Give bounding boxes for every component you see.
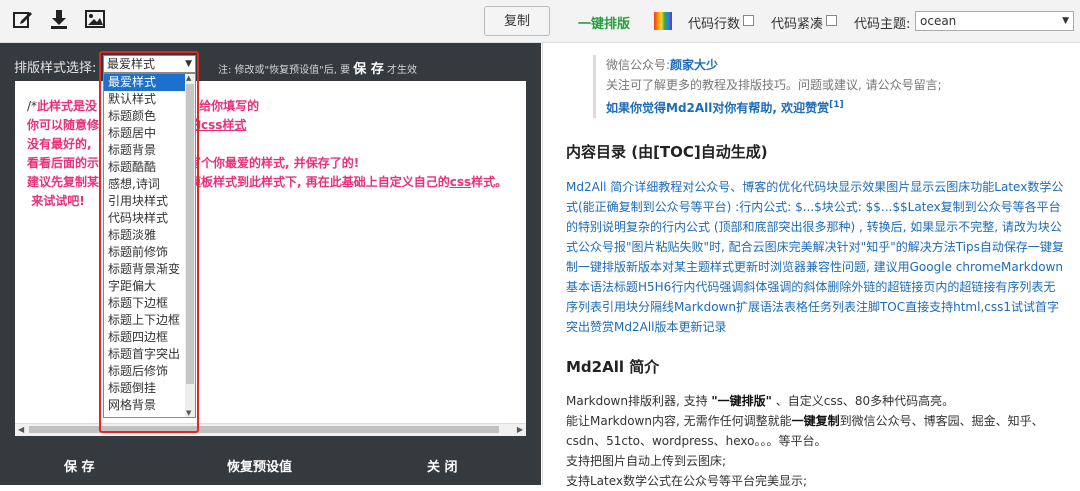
scroll-left-icon[interactable]: ◀ bbox=[18, 424, 24, 436]
image-icon[interactable] bbox=[84, 8, 106, 30]
footnote-link[interactable]: [1] bbox=[829, 100, 844, 110]
style-option[interactable]: 标题背景渐变 bbox=[104, 261, 195, 278]
style-option[interactable]: 标题颜色 bbox=[104, 108, 195, 125]
scrollbar-thumb[interactable] bbox=[186, 84, 194, 384]
style-options-list: 最爱样式 默认样式 标题颜色 标题居中 标题背景 标题酷酷 感想,诗词 引用块样… bbox=[103, 73, 196, 418]
compact-label: 代码紧凑 bbox=[771, 17, 824, 32]
edit-icon[interactable] bbox=[12, 8, 34, 30]
editor-content: /*此样式是没 给你填写的 你可以随意修 的css样式 没有最好的, 看看后面的示写… bbox=[27, 99, 508, 208]
style-option[interactable]: 代码块样式 bbox=[104, 210, 195, 227]
style-option[interactable]: 字距偏大 bbox=[104, 278, 195, 295]
style-select-label: 排版样式选择: bbox=[14, 61, 97, 76]
compact-checkbox[interactable] bbox=[826, 15, 837, 26]
style-option[interactable]: 感想,诗词 bbox=[104, 176, 195, 193]
toc-heading: 内容目录 (由[TOC]自动生成) bbox=[566, 143, 768, 161]
theme-label: 代码主题: bbox=[854, 17, 911, 32]
style-editor-panel: 排版样式选择: 注: 修改或"恢复预设值"后, 要 保 存 才生效 /*此样式是… bbox=[0, 43, 541, 485]
scroll-down-icon[interactable]: ▼ bbox=[186, 409, 191, 417]
horizontal-scrollbar[interactable]: ◀ ▶ bbox=[15, 423, 526, 436]
chevron-down-icon: ▼ bbox=[185, 59, 192, 69]
copy-button[interactable]: 复制 bbox=[484, 6, 550, 36]
style-option[interactable]: 标题淡雅 bbox=[104, 227, 195, 244]
save-button[interactable]: 保 存 bbox=[64, 456, 95, 475]
style-select-value: 最爱样式 bbox=[107, 57, 156, 71]
intro-body: Markdown排版利器, 支持 "一键排版" 、自定义css、80多种代码高亮… bbox=[566, 394, 1044, 488]
one-key-format-button[interactable]: 一键排版 bbox=[578, 13, 630, 32]
toolbar: 复制 一键排版 代码行数 代码紧凑 代码主题: ocean ▼ bbox=[0, 0, 1080, 43]
style-option[interactable]: 最爱样式 bbox=[104, 74, 195, 91]
style-option[interactable]: 标题上下边框 bbox=[104, 312, 195, 329]
line-numbers-checkbox[interactable] bbox=[743, 15, 754, 26]
download-icon[interactable] bbox=[48, 8, 70, 30]
scroll-up-icon[interactable]: ▲ bbox=[186, 74, 191, 82]
style-option[interactable]: 标题下边框 bbox=[104, 295, 195, 312]
theme-select[interactable]: ocean ▼ bbox=[915, 11, 1074, 31]
style-option[interactable]: 标题后修饰 bbox=[104, 363, 195, 380]
style-option[interactable]: 标题酷酷 bbox=[104, 159, 195, 176]
style-option[interactable]: 标题居中 bbox=[104, 125, 195, 142]
line-numbers-label: 代码行数 bbox=[688, 17, 741, 32]
preview-panel: 微信公众号:颜家大少 关注可了解更多的教程及排版技巧。问题或建议, 请公众号留言… bbox=[542, 43, 1080, 488]
style-option[interactable]: 标题四边框 bbox=[104, 329, 195, 346]
close-button[interactable]: 关 闭 bbox=[427, 456, 458, 475]
scrollbar-thumb[interactable] bbox=[29, 426, 499, 433]
style-select[interactable]: 最爱样式 ▼ bbox=[103, 55, 196, 73]
scroll-right-icon[interactable]: ▶ bbox=[517, 424, 523, 436]
author-name: 颜家大少 bbox=[670, 58, 719, 72]
chevron-down-icon: ▼ bbox=[1062, 16, 1069, 26]
restore-defaults-button[interactable]: 恢复预设值 bbox=[227, 456, 292, 475]
palette-icon[interactable] bbox=[654, 12, 672, 30]
intro-heading: Md2All 简介 bbox=[566, 358, 660, 376]
style-option[interactable]: 默认样式 bbox=[104, 91, 195, 108]
dropdown-scrollbar[interactable]: ▲ ▼ bbox=[185, 74, 195, 417]
css-editor[interactable]: /*此样式是没 给你填写的 你可以随意修 的css样式 没有最好的, 看看后面的示写… bbox=[15, 81, 526, 436]
style-option[interactable]: 标题首字突出 bbox=[104, 346, 195, 363]
style-option[interactable]: 标题倒挂 bbox=[104, 380, 195, 397]
toc-links[interactable]: Md2All 简介详细教程对公众号、博客的优化代码块显示效果图片显示云图床功能L… bbox=[566, 177, 1066, 337]
save-note: 注: 修改或"恢复预设值"后, 要 保 存 才生效 bbox=[218, 62, 418, 77]
style-option[interactable]: 标题背景 bbox=[104, 142, 195, 159]
style-option[interactable]: 网格背景 bbox=[104, 397, 195, 414]
style-option[interactable]: 标题前修饰 bbox=[104, 244, 195, 261]
style-option[interactable]: 引用块样式 bbox=[104, 193, 195, 210]
theme-value: ocean bbox=[920, 14, 957, 28]
intro-quote: 微信公众号:颜家大少 关注可了解更多的教程及排版技巧。问题或建议, 请公众号留言… bbox=[593, 55, 1076, 118]
